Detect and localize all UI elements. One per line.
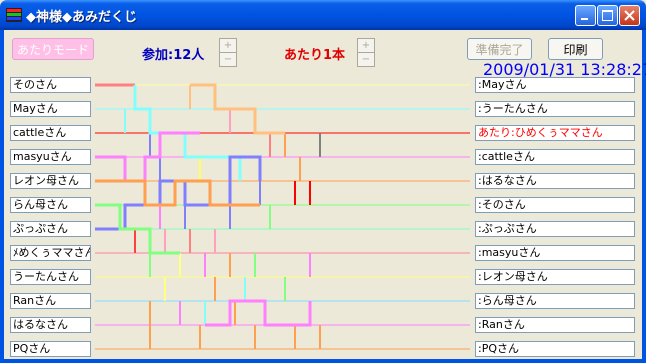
result-field: :うーたんさん: [475, 101, 635, 117]
result-field: :らん母さん: [475, 293, 635, 309]
result-field: :レオン母さん: [475, 269, 635, 285]
participant-name-field[interactable]: ぷっぷさん: [10, 221, 91, 237]
participant-name-field[interactable]: ﾒめくぅママさん: [10, 245, 91, 261]
participant-name-field[interactable]: Mayさん: [10, 101, 91, 117]
result-field: :Ranさん: [475, 317, 635, 333]
ladder-trace: [95, 179, 260, 207]
participant-name-field[interactable]: そのさん: [10, 77, 91, 93]
result-field: :cattleさん: [475, 149, 635, 165]
result-field: :Mayさん: [475, 77, 635, 93]
result-field: :そのさん: [475, 197, 635, 213]
participant-name-field[interactable]: PQさん: [10, 341, 91, 357]
participant-name-field[interactable]: レオン母さん: [10, 173, 91, 189]
result-field: :ぷっぷさん: [475, 221, 635, 237]
participant-name-field[interactable]: cattleさん: [10, 125, 91, 141]
participant-name-field[interactable]: Ranさん: [10, 293, 91, 309]
result-field: :はるなさん: [475, 173, 635, 189]
ladder-trace: [205, 299, 312, 327]
participant-name-field[interactable]: masyuさん: [10, 149, 91, 165]
result-field: :masyuさん: [475, 245, 635, 261]
participant-name-field[interactable]: うーたんさん: [10, 269, 91, 285]
participant-name-field[interactable]: らん母さん: [10, 197, 91, 213]
result-hit-field: あたり:ひめくぅママさん: [475, 125, 635, 141]
result-field: :PQさん: [475, 341, 635, 357]
participant-name-field[interactable]: はるなさん: [10, 317, 91, 333]
